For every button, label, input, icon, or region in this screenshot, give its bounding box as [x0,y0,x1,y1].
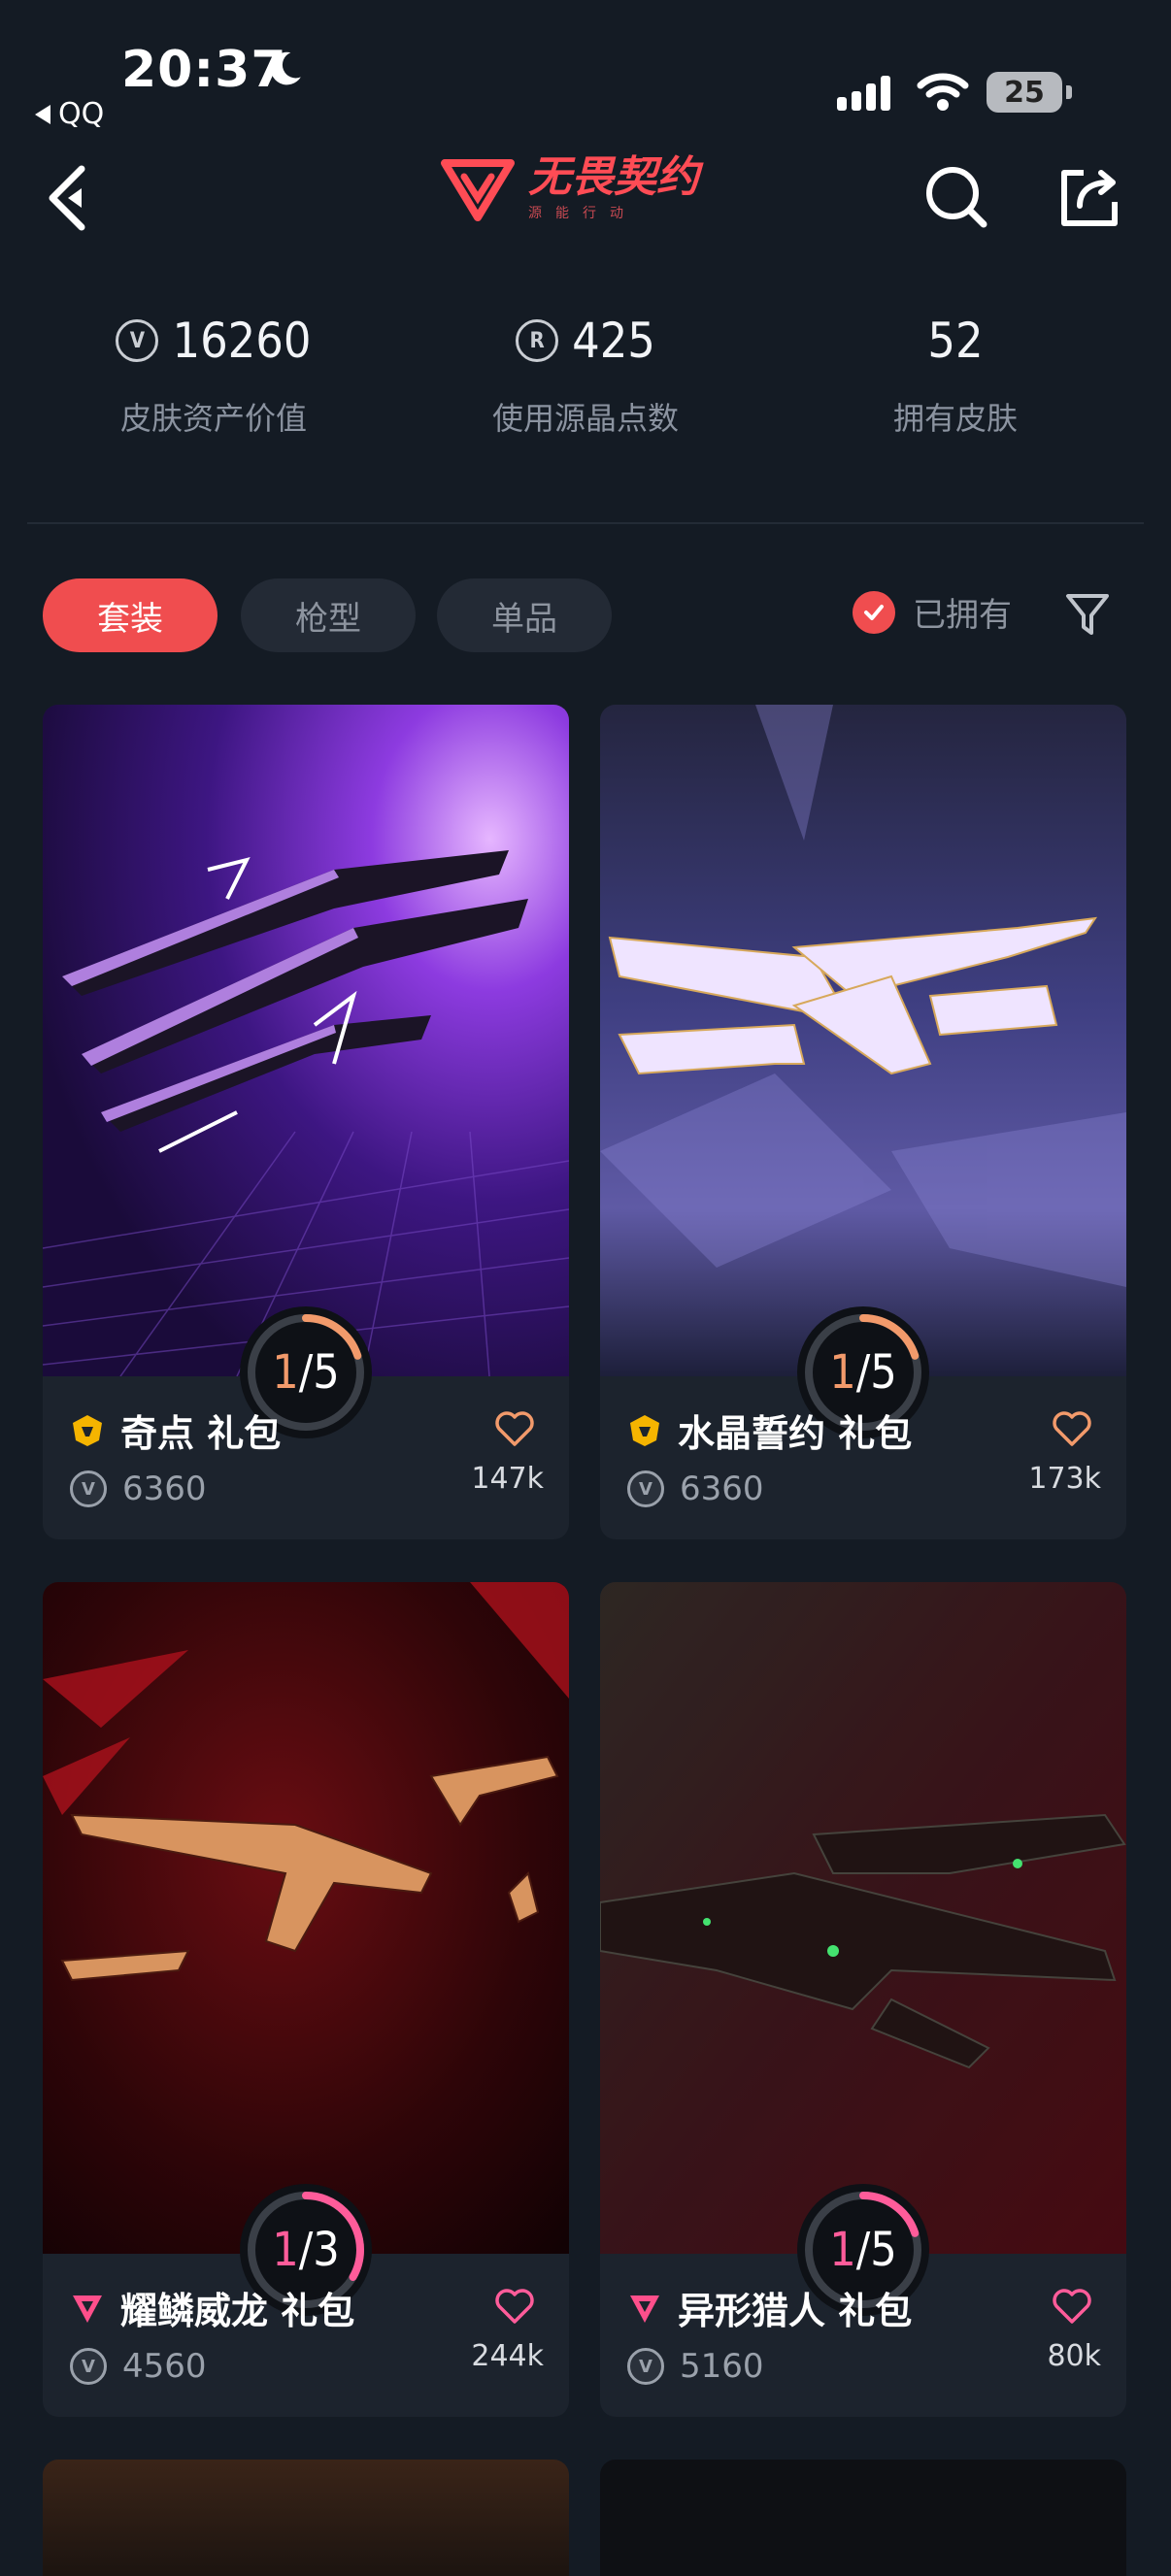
owned-count: 1 [272,2223,299,2277]
back-triangle-icon [35,104,50,124]
back-app-label: QQ [58,97,105,131]
stat-owned-skins: 52 拥有皮肤 [781,313,1130,439]
heart-icon[interactable] [1051,1407,1093,1450]
total-count: 5 [870,2223,897,2277]
bundle-name: 水晶誓约 礼包 [678,1412,913,1455]
vp-icon: V [70,2348,107,2385]
bundle-name: 奇点 礼包 [120,1412,282,1455]
bundle-price: 6360 [122,1470,207,1508]
stat-value: 52 [927,313,984,369]
checkbox-checked-icon [853,590,895,634]
heart-icon[interactable] [493,1407,536,1450]
total-count: 5 [313,1345,340,1400]
app-logo: 无畏契约 源能行动 [439,155,699,223]
like-count: 147k [471,1462,544,1496]
cellular-signal-icon [837,76,890,111]
stat-label: 使用源晶点数 [491,400,679,437]
vp-icon: V [70,1470,107,1507]
heart-icon[interactable] [1051,2285,1093,2328]
exclusive-tier-icon [630,2295,659,2323]
heart-icon[interactable] [493,2285,536,2328]
tab-bundles[interactable]: 套装 [43,578,217,652]
logo-title: 无畏契约 [528,152,699,202]
valorant-logo-icon [441,159,515,221]
battery-indicator: 25 [987,72,1062,113]
bundle-artwork-elderflame [43,1582,569,2254]
search-icon[interactable] [922,163,990,231]
stat-label: 皮肤资产价值 [119,400,307,437]
bundle-name: 异形猎人 礼包 [678,2290,913,2332]
like-count: 80k [1047,2339,1101,2373]
premium-tier-icon [630,1414,659,1446]
bundle-card-partial[interactable] [43,2460,569,2576]
wifi-icon [917,73,969,111]
owned-label: 已拥有 [913,596,1012,635]
bundle-price: 5160 [680,2347,764,2386]
stat-value: 16260 [172,313,312,369]
bundle-price: 6360 [680,1470,764,1508]
vp-icon: V [627,2348,664,2385]
tab-weapon-type[interactable]: 枪型 [241,578,416,652]
owned-count: 1 [829,2223,856,2277]
bundle-card-partial[interactable] [600,2460,1126,2576]
owned-count: 1 [272,1345,299,1400]
bundle-price: 4560 [122,2347,207,2386]
owned-filter-toggle[interactable]: 已拥有 [853,588,1012,636]
total-count: 3 [313,2223,340,2277]
radianite-icon: R [516,319,559,362]
stat-label: 拥有皮肤 [892,400,1018,437]
like-count: 173k [1028,1462,1101,1496]
back-to-app-link[interactable]: QQ [35,97,104,131]
vp-icon: V [627,1470,664,1507]
bundle-artwork-xenohunter [600,1582,1126,2254]
battery-cap [1066,85,1072,99]
stat-skin-value: V 16260 皮肤资产价值 [39,313,388,439]
share-icon[interactable] [1054,163,1122,231]
exclusive-tier-icon [73,2295,102,2323]
bundle-artwork-singularity [43,705,569,1376]
bundle-artwork-crystal-oath [600,705,1126,1376]
moon-icon [270,51,301,85]
bundle-card[interactable]: 1/5 水晶誓约 礼包 V 6360 173k [600,705,1126,1539]
status-time: 20:37 [121,41,287,99]
bundle-card[interactable]: 1/5 奇点 礼包 V 6360 147k [43,705,569,1539]
logo-subtitle: 源能行动 [528,206,637,221]
bundle-card[interactable]: 1/3 耀鳞威龙 礼包 V 4560 244k [43,1582,569,2417]
total-count: 5 [870,1345,897,1400]
like-count: 244k [471,2339,544,2373]
premium-tier-icon [73,1414,102,1446]
owned-count: 1 [829,1345,856,1400]
tab-single-item[interactable]: 单品 [437,578,612,652]
vp-icon: V [116,319,159,362]
filter-icon[interactable] [1064,590,1111,639]
stat-radianite: R 425 使用源晶点数 [411,313,760,439]
divider [27,522,1144,524]
bundle-name: 耀鳞威龙 礼包 [120,2290,355,2332]
back-arrow-icon[interactable] [43,163,101,233]
stat-value: 425 [572,313,655,369]
bundle-card[interactable]: 1/5 异形猎人 礼包 V 5160 80k [600,1582,1126,2417]
